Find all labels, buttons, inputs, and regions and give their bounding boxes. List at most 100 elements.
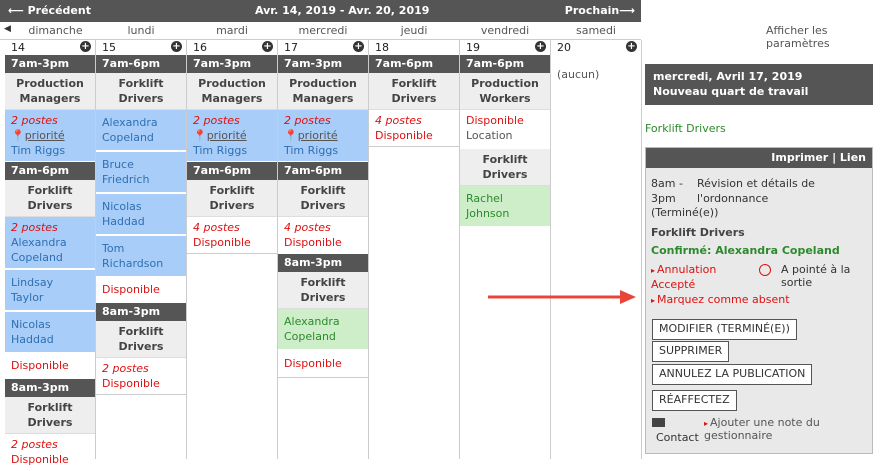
previous-week-link[interactable]: ⟵ Précédent — [8, 4, 91, 17]
contact-link[interactable]: Contact — [656, 431, 699, 444]
shift-request[interactable]: 4 postes Disponible — [369, 110, 459, 147]
shift-time[interactable]: 7am-6pm — [187, 162, 277, 180]
shift-request[interactable]: 2 postes 📍priorité Tim Riggs — [278, 110, 368, 162]
weekday-header-row: ◀ dimanche lundi mardi mercredi jeudi ve… — [0, 22, 641, 40]
employee-name[interactable]: Tim Riggs — [11, 143, 89, 158]
shift-role[interactable]: Production Managers — [5, 73, 95, 110]
delete-button[interactable]: SUPPRIMER — [652, 341, 730, 362]
shift-role[interactable]: Forklift Drivers — [5, 397, 95, 434]
add-shift-icon[interactable]: + — [171, 41, 182, 52]
print-link-bar[interactable]: Imprimer | Lien — [646, 148, 872, 168]
shift-request[interactable]: Disponible Location — [460, 110, 550, 147]
week-nav-bar: ⟵ Précédent Avr. 14, 2019 - Avr. 20, 201… — [0, 0, 641, 22]
scroll-left-icon[interactable]: ◀ — [4, 24, 11, 34]
day-column-saturday: 20 + (aucun) — [551, 40, 642, 459]
add-note-link[interactable]: Ajouter une note du gestionnaire — [704, 416, 872, 442]
available-label[interactable]: Disponible — [102, 376, 180, 391]
positions-count: 2 postes — [11, 114, 58, 127]
employee-name[interactable]: Nicolas Haddad — [96, 193, 186, 235]
mark-absent-link[interactable]: Marquez comme absent — [651, 293, 790, 306]
positions-count: 2 postes — [11, 438, 58, 451]
add-shift-icon[interactable]: + — [80, 41, 91, 52]
pin-icon: 📍 — [11, 129, 25, 142]
panel-role-link[interactable]: Forklift Drivers — [645, 122, 726, 135]
priority-link[interactable]: priorité — [25, 129, 65, 142]
shift-role[interactable]: Production Managers — [278, 73, 368, 110]
shift-role[interactable]: Forklift Drivers — [96, 321, 186, 358]
shift-time[interactable]: 7am-6pm — [278, 162, 368, 180]
reassign-button[interactable]: RÉAFFECTEZ — [652, 390, 737, 411]
employee-name[interactable]: Tim Riggs — [284, 143, 362, 158]
shift-role[interactable]: Forklift Drivers — [5, 180, 95, 217]
shift-role[interactable]: Production Workers — [460, 73, 550, 110]
shift-time[interactable]: 7am-6pm — [369, 55, 459, 73]
shift-detail-panel: Imprimer | Lien 8am - 3pm Révision et dé… — [645, 147, 873, 454]
cancel-link[interactable]: Annulation — [651, 263, 716, 276]
date-number: 18 — [375, 41, 389, 54]
shift-request[interactable]: 2 postes Disponible — [96, 358, 186, 395]
shift-request[interactable]: 4 postes Disponible — [187, 217, 277, 254]
employee-name[interactable]: Tom Richardson — [96, 235, 186, 277]
available-label[interactable]: Disponible — [5, 353, 95, 379]
priority-link[interactable]: priorité — [207, 129, 247, 142]
add-shift-icon[interactable]: + — [535, 41, 546, 52]
shift-request[interactable]: 2 postes 📍priorité Tim Riggs — [5, 110, 95, 162]
shift-role[interactable]: Forklift Drivers — [278, 180, 368, 217]
shift-time[interactable]: 8am-3pm — [5, 379, 95, 397]
shift-role[interactable]: Forklift Drivers — [96, 73, 186, 110]
shift-time[interactable]: 7am-3pm — [5, 55, 95, 73]
available-label[interactable]: Disponible — [284, 235, 362, 250]
available-label[interactable]: Disponible — [278, 350, 368, 378]
positions-count: 2 postes — [193, 114, 240, 127]
add-shift-icon[interactable]: + — [626, 41, 637, 52]
employee-name[interactable]: Alexandra Copeland — [11, 235, 89, 265]
employee-name[interactable]: Bruce Friedrich — [96, 151, 186, 193]
positions-count: 2 postes — [284, 114, 331, 127]
shift-role[interactable]: Forklift Drivers — [369, 73, 459, 110]
employee-name[interactable]: Rachel Johnson — [460, 186, 550, 227]
shift-request[interactable]: 2 postes 📍priorité Tim Riggs — [187, 110, 277, 162]
show-settings-link[interactable]: Afficher les paramètres — [766, 24, 887, 50]
shift-time[interactable]: 7am-6pm — [5, 162, 95, 180]
review-link[interactable]: Révision et détails de l'ordonnance — [697, 176, 869, 206]
available-label[interactable]: Disponible — [96, 277, 186, 303]
employee-name[interactable]: Tim Riggs — [193, 143, 271, 158]
shift-time[interactable]: 7am-6pm — [460, 55, 550, 73]
shift-role[interactable]: Forklift Drivers — [187, 180, 277, 217]
shift-time[interactable]: 7am-3pm — [187, 55, 277, 73]
available-label[interactable]: Disponible — [193, 235, 271, 250]
day-header-friday: vendredi — [480, 24, 530, 37]
employee-name[interactable]: Nicolas Haddad — [5, 311, 95, 353]
next-week-link[interactable]: Prochain⟶ — [565, 4, 635, 17]
shift-request[interactable]: 2 postes Disponible — [5, 434, 95, 471]
add-shift-icon[interactable]: + — [262, 41, 273, 52]
shift-time[interactable]: 7am-6pm — [96, 55, 186, 73]
shift-role[interactable]: Production Managers — [187, 73, 277, 110]
shift-request[interactable]: 4 postes Disponible — [278, 217, 368, 254]
shift-panel-header: mercredi, Avril 17, 2019 Nouveau quart d… — [645, 64, 873, 105]
envelope-icon[interactable] — [652, 418, 665, 427]
day-header-monday: lundi — [127, 24, 155, 37]
detail-time: 8am - 3pm — [651, 177, 683, 205]
employee-name[interactable]: Alexandra Copeland — [278, 309, 368, 350]
shift-time[interactable]: 7am-3pm — [278, 55, 368, 73]
priority-link[interactable]: priorité — [298, 129, 338, 142]
shift-time[interactable]: 8am-3pm — [278, 254, 368, 272]
unpublish-button[interactable]: ANNULEZ LA PUBLICATION — [652, 364, 813, 385]
modify-button[interactable]: MODIFIER (TERMINÉ(E)) — [652, 319, 797, 340]
panel-date: mercredi, Avril 17, 2019 — [653, 70, 803, 83]
clock-out-radio-icon[interactable] — [759, 264, 771, 276]
add-shift-icon[interactable]: + — [353, 41, 364, 52]
shift-time[interactable]: 8am-3pm — [96, 303, 186, 321]
available-label[interactable]: Disponible — [11, 452, 89, 467]
shift-role[interactable]: Forklift Drivers — [460, 149, 550, 186]
shift-role[interactable]: Forklift Drivers — [278, 272, 368, 309]
available-label[interactable]: Disponible — [375, 128, 453, 143]
shift-request[interactable]: 2 postes Alexandra Copeland — [5, 217, 95, 269]
detail-role: Forklift Drivers — [651, 226, 745, 239]
accepted-label: Accepté — [651, 278, 696, 291]
employee-name[interactable]: Alexandra Copeland — [96, 110, 186, 151]
available-label[interactable]: Disponible — [466, 113, 544, 128]
employee-name[interactable]: Lindsay Taylor — [5, 269, 95, 311]
day-column-tuesday: 16 + 7am-3pm Production Managers 2 postes… — [187, 40, 278, 459]
